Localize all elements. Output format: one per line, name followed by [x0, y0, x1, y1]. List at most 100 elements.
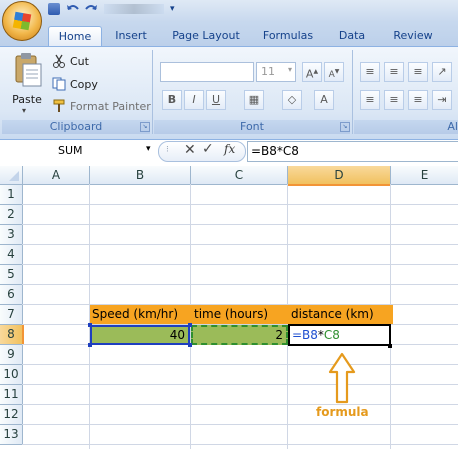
tab-data[interactable]: Data [332, 26, 372, 46]
row-header-11[interactable]: 11 [0, 385, 23, 405]
cell-d7[interactable]: distance (km) [288, 305, 393, 324]
row-header-4[interactable]: 4 [0, 245, 23, 265]
grow-font-icon[interactable]: A▲ [302, 62, 322, 82]
align-left-icon[interactable]: ≡ [360, 90, 380, 110]
cell-c8[interactable]: 2 [191, 325, 288, 345]
grid-line [22, 244, 458, 245]
row-header-3[interactable]: 3 [0, 225, 23, 245]
font-size-dropdown-icon[interactable]: ▾ [288, 65, 292, 74]
align-top-icon[interactable]: ≡ [360, 62, 380, 82]
grid-line [22, 224, 458, 225]
row-header-8[interactable]: 8 [0, 325, 24, 345]
tab-review[interactable]: Review [388, 26, 438, 46]
align-right-icon[interactable]: ≡ [408, 90, 428, 110]
paste-dropdown-icon[interactable]: ▾ [22, 106, 26, 115]
grid-line [22, 204, 458, 205]
align-bottom-icon[interactable]: ≡ [408, 62, 428, 82]
cut-button[interactable]: Cut [70, 55, 89, 68]
row-header-5[interactable]: 5 [0, 265, 23, 285]
orientation-icon[interactable]: ↗ [432, 62, 452, 82]
paste-icon[interactable] [8, 52, 44, 92]
clipboard-launcher-icon[interactable]: ↘ [140, 122, 150, 132]
row-header-9[interactable]: 9 [0, 345, 23, 365]
column-header-c[interactable]: C [191, 166, 288, 185]
formula-ref-c8: C8 [323, 328, 340, 342]
save-icon[interactable] [48, 3, 60, 15]
fill-handle[interactable] [388, 344, 392, 348]
range-handle[interactable] [188, 323, 192, 327]
insert-function-icon[interactable]: fx [224, 142, 235, 156]
formula-text: =B8*C8 [251, 144, 299, 158]
column-header-b[interactable]: B [90, 166, 191, 185]
clipboard-group-label: Clipboard [2, 120, 150, 134]
formula-ref-b8: =B8 [292, 328, 318, 342]
format-painter-button[interactable]: Format Painter [70, 100, 151, 113]
font-size-value: 11 [261, 65, 275, 78]
font-color-icon[interactable]: A [314, 90, 334, 110]
row-header-2[interactable]: 2 [0, 205, 23, 225]
tab-formulas[interactable]: Formulas [256, 26, 320, 46]
grid-line [22, 364, 458, 365]
alignment-group-label: Al [354, 120, 458, 134]
paste-button[interactable]: Paste [10, 93, 44, 106]
group-separator [152, 50, 153, 134]
title-text-blur [104, 4, 164, 14]
font-launcher-icon[interactable]: ↘ [340, 122, 350, 132]
name-box-dropdown-icon[interactable]: ▾ [146, 144, 151, 154]
font-name-box[interactable] [160, 62, 254, 82]
italic-icon[interactable]: I [184, 90, 204, 110]
font-size-box[interactable]: 11 ▾ [256, 62, 296, 82]
name-box[interactable]: SUM ▾ [4, 143, 154, 160]
row-header-1[interactable]: 1 [0, 185, 23, 205]
format-painter-icon [52, 99, 66, 113]
office-logo-icon [12, 11, 32, 31]
font-group-label: Font [154, 120, 350, 134]
alignment-label-text: Al [447, 120, 458, 133]
align-center-icon[interactable]: ≡ [384, 90, 404, 110]
grid-line [22, 404, 458, 405]
cancel-icon[interactable]: ✕ [184, 142, 196, 158]
name-box-value: SUM [58, 144, 83, 157]
copy-icon [52, 77, 66, 91]
office-button[interactable] [2, 1, 42, 41]
redo-icon[interactable] [84, 3, 98, 15]
grid-line [22, 384, 458, 385]
cell-d8-active[interactable]: =B8*C8 [288, 324, 391, 346]
cell-c7[interactable]: time (hours) [191, 305, 290, 324]
align-middle-icon[interactable]: ≡ [384, 62, 404, 82]
row-header-7[interactable]: 7 [0, 305, 23, 325]
select-all-corner[interactable] [0, 166, 23, 185]
formula-input[interactable]: =B8*C8 [247, 141, 458, 162]
grid-line [22, 284, 458, 285]
tab-home[interactable]: Home [48, 26, 102, 47]
grid-line [22, 424, 458, 425]
tab-page-layout[interactable]: Page Layout [168, 26, 244, 46]
tab-insert[interactable]: Insert [110, 26, 152, 46]
row-header-10[interactable]: 10 [0, 365, 23, 385]
cut-icon [52, 54, 66, 68]
copy-button[interactable]: Copy [70, 78, 98, 91]
grid-line [22, 444, 458, 445]
enter-icon[interactable]: ✓ [202, 141, 214, 157]
indent-icon[interactable]: ⇥ [432, 90, 452, 110]
bold-icon[interactable]: B [162, 90, 182, 110]
row-header-12[interactable]: 12 [0, 405, 23, 425]
column-header-d[interactable]: D [288, 166, 391, 186]
row-header-13[interactable]: 13 [0, 425, 23, 445]
range-handle[interactable] [88, 343, 92, 347]
row-header-6[interactable]: 6 [0, 285, 23, 305]
resize-handle-icon[interactable]: ⁝ [166, 145, 172, 155]
cell-b8[interactable]: 40 [90, 325, 190, 345]
group-separator [352, 50, 353, 134]
qat-customize-icon[interactable]: ▾ [170, 4, 178, 14]
borders-icon[interactable]: ▦ [244, 90, 264, 110]
column-header-a[interactable]: A [23, 166, 90, 185]
undo-icon[interactable] [66, 3, 80, 15]
underline-icon[interactable]: U [206, 90, 226, 110]
cell-b7[interactable]: Speed (km/hr) [90, 305, 192, 324]
fill-color-icon[interactable]: ◇ [282, 90, 302, 110]
range-handle[interactable] [88, 323, 92, 327]
range-handle[interactable] [188, 343, 192, 347]
shrink-font-icon[interactable]: A▼ [324, 62, 344, 82]
column-header-e[interactable]: E [391, 166, 458, 185]
